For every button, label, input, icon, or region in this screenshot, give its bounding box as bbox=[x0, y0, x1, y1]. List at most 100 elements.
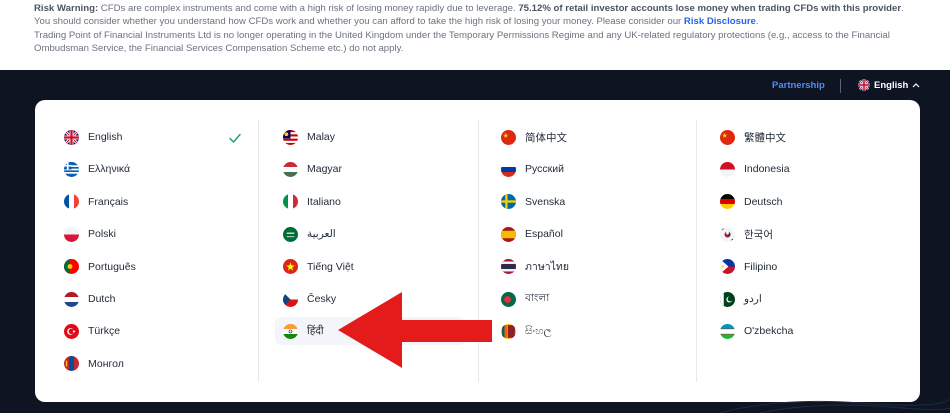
language-option-kr[interactable]: 한국어 bbox=[720, 220, 890, 248]
language-label: O'zbekcha bbox=[744, 325, 794, 338]
cz-flag-icon bbox=[283, 291, 298, 307]
nl-flag-icon bbox=[64, 291, 79, 307]
risk-warning-period: . bbox=[755, 16, 759, 28]
language-option-ph[interactable]: Filipino bbox=[720, 253, 890, 281]
language-option-cn[interactable]: 简体中文 bbox=[501, 123, 671, 151]
language-label: 한국어 bbox=[744, 228, 773, 241]
risk-warning-uk-notice: Trading Point of Financial Instruments L… bbox=[34, 29, 890, 54]
uz-flag-icon bbox=[720, 323, 735, 339]
language-option-es[interactable]: Español bbox=[501, 220, 671, 248]
risk-warning-banner: Risk Warning: CFDs are complex instrumen… bbox=[0, 0, 950, 70]
language-label: Filipino bbox=[744, 260, 778, 273]
risk-warning-text: CFDs are complex instruments and come wi… bbox=[98, 3, 519, 14]
language-option-cz[interactable]: Česky bbox=[283, 285, 453, 313]
language-toggle-button[interactable]: English bbox=[858, 79, 920, 91]
language-label: Монгол bbox=[88, 357, 124, 370]
fr-flag-icon bbox=[64, 194, 79, 210]
language-option-bd[interactable]: বাংলা bbox=[501, 285, 671, 313]
kr-flag-icon bbox=[720, 226, 735, 242]
se-flag-icon bbox=[501, 194, 516, 210]
language-label: English bbox=[88, 131, 123, 143]
bd-flag-icon bbox=[501, 291, 516, 307]
language-option-pt[interactable]: Português bbox=[64, 253, 234, 281]
ru-flag-icon bbox=[501, 161, 516, 177]
language-option-fr[interactable]: Français bbox=[64, 188, 234, 216]
language-label: العربية bbox=[307, 228, 336, 241]
language-option-gb[interactable]: English bbox=[64, 123, 234, 151]
language-label: Malay bbox=[307, 131, 336, 143]
column-divider bbox=[478, 120, 479, 382]
language-option-nl[interactable]: Dutch bbox=[64, 285, 234, 313]
risk-warning-percentage: 75.12% of retail investor accounts lose … bbox=[518, 3, 902, 14]
language-option-pk[interactable]: اردو bbox=[720, 285, 890, 313]
in-flag-icon bbox=[283, 323, 298, 339]
language-option-it[interactable]: Italiano bbox=[283, 188, 453, 216]
language-option-in[interactable]: हिंदी bbox=[275, 317, 465, 346]
language-label: සිංහල bbox=[525, 324, 552, 337]
language-label: Türkçe bbox=[88, 325, 121, 338]
cn-flag-icon bbox=[501, 129, 516, 145]
language-label: Indonesia bbox=[744, 163, 790, 176]
partnership-link[interactable]: Partnership bbox=[772, 80, 825, 91]
language-label: Česky bbox=[307, 293, 337, 305]
risk-disclosure-link[interactable]: Risk Disclosure bbox=[684, 16, 756, 27]
language-option-uz[interactable]: O'zbekcha bbox=[720, 317, 890, 345]
header-divider bbox=[840, 79, 841, 93]
language-label: Magyar bbox=[307, 163, 343, 176]
language-label: 繁體中文 bbox=[744, 131, 786, 144]
language-label: Español bbox=[525, 228, 563, 241]
language-option-id[interactable]: Indonesia bbox=[720, 155, 890, 183]
language-option-ru[interactable]: Русский bbox=[501, 155, 671, 183]
decorative-background-lines bbox=[719, 398, 950, 413]
language-option-vn[interactable]: Tiếng Việt bbox=[283, 253, 453, 281]
pk-flag-icon bbox=[720, 291, 735, 307]
language-option-pl[interactable]: Polski bbox=[64, 220, 234, 248]
language-label: Français bbox=[88, 195, 129, 208]
de-flag-icon bbox=[720, 194, 735, 210]
language-option-sa[interactable]: العربية bbox=[283, 220, 453, 248]
pl-flag-icon bbox=[64, 226, 79, 242]
language-option-hu[interactable]: Magyar bbox=[283, 155, 453, 183]
language-label: বাংলা bbox=[525, 291, 550, 304]
hu-flag-icon bbox=[283, 161, 298, 177]
th-flag-icon bbox=[501, 259, 516, 275]
ph-flag-icon bbox=[720, 259, 735, 275]
language-option-th[interactable]: ภาษาไทย bbox=[501, 253, 671, 281]
my-flag-icon bbox=[283, 129, 298, 145]
chevron-up-icon bbox=[912, 83, 920, 88]
language-label: اردو bbox=[744, 293, 762, 305]
uk-flag-icon bbox=[858, 79, 870, 91]
language-label: हिंदी bbox=[307, 325, 324, 338]
column-divider bbox=[258, 120, 259, 382]
language-option-se[interactable]: Svenska bbox=[501, 188, 671, 216]
es-flag-icon bbox=[501, 226, 516, 242]
column-divider bbox=[696, 120, 697, 382]
gb-flag-icon bbox=[64, 129, 79, 145]
lk-flag-icon bbox=[501, 323, 516, 339]
language-option-de[interactable]: Deutsch bbox=[720, 188, 890, 216]
language-label: Русский bbox=[525, 163, 564, 176]
gr-flag-icon bbox=[64, 161, 79, 177]
language-label: Português bbox=[88, 260, 136, 273]
language-option-gr[interactable]: Ελληνικά bbox=[64, 155, 234, 183]
language-label: Svenska bbox=[525, 195, 566, 208]
language-option-cn[interactable]: 繁體中文 bbox=[720, 123, 890, 151]
language-label: 简体中文 bbox=[525, 131, 567, 144]
it-flag-icon bbox=[283, 194, 298, 210]
language-label: Ελληνικά bbox=[88, 163, 131, 176]
pt-flag-icon bbox=[64, 259, 79, 275]
current-language-label: English bbox=[874, 79, 909, 91]
checkmark-icon bbox=[229, 133, 241, 143]
cn-flag-icon bbox=[720, 129, 735, 145]
language-option-my[interactable]: Malay bbox=[283, 123, 453, 151]
tr-flag-icon bbox=[64, 323, 79, 339]
mn-flag-icon bbox=[64, 356, 79, 372]
language-option-lk[interactable]: සිංහල bbox=[501, 317, 671, 345]
language-option-tr[interactable]: Türkçe bbox=[64, 317, 234, 345]
sa-flag-icon bbox=[283, 226, 298, 242]
language-option-mn[interactable]: Монгол bbox=[64, 350, 234, 378]
language-label: Tiếng Việt bbox=[307, 260, 354, 273]
risk-warning-label: Risk Warning: bbox=[34, 3, 99, 14]
language-label: Dutch bbox=[88, 293, 116, 305]
id-flag-icon bbox=[720, 161, 735, 177]
